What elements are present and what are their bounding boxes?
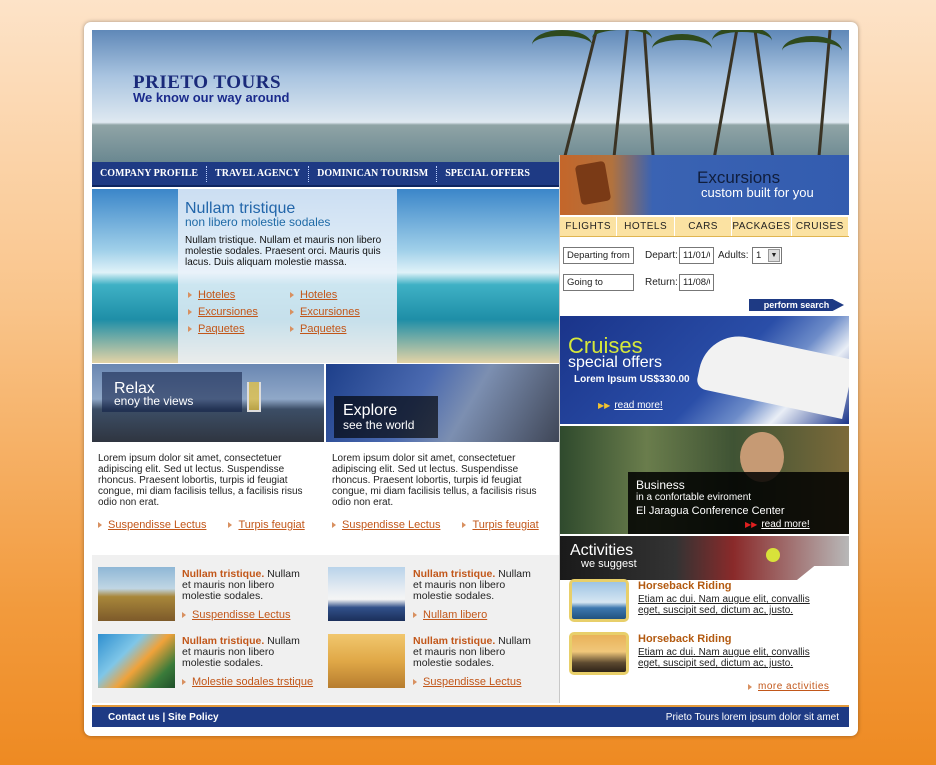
hero-link-excursiones[interactable]: Excursiones	[188, 306, 258, 318]
hero-link-hoteles[interactable]: Hoteles	[290, 289, 360, 301]
relax-subtitle: enoy the views	[114, 394, 194, 408]
hero-link-paquetes[interactable]: Paquetes	[188, 323, 258, 335]
brand-tagline: We know our way around	[133, 90, 290, 105]
link-suspendisse-lectus[interactable]: Suspendisse Lectus	[332, 519, 440, 531]
footer: Contact us | Site Policy Prieto Tours lo…	[92, 705, 849, 727]
ship-icon	[695, 329, 849, 419]
hero-link-excursiones[interactable]: Excursiones	[290, 306, 360, 318]
business-read-more-label: read more!	[761, 519, 810, 530]
link-turpis-feugiat[interactable]: Turpis feugiat	[228, 519, 304, 531]
cruises-read-more[interactable]: ▶▶ read more!	[598, 400, 663, 411]
hero-text: Nullam tristique. Nullam et mauris non l…	[185, 235, 382, 268]
tab-packages[interactable]: PACKAGES	[732, 217, 792, 236]
adults-label: Adults:	[718, 250, 749, 261]
activity-title[interactable]: Horseback Riding	[638, 633, 732, 645]
tab-cars[interactable]: CARS	[675, 217, 733, 236]
excursions-banner[interactable]: Excursions custom built for you	[560, 155, 849, 215]
business-line2: El Jaragua Conference Center	[636, 505, 785, 517]
arrow-icon: ▶▶	[745, 520, 758, 529]
business-read-more[interactable]: ▶▶ read more!	[745, 519, 810, 530]
feature-link[interactable]: Nullam libero	[413, 609, 487, 621]
activity-thumbnail[interactable]	[569, 579, 629, 622]
hero-links-left: Hoteles Excursiones Paquetes	[188, 289, 258, 335]
explore-subtitle: see the world	[343, 418, 415, 432]
perform-search-button[interactable]: perform search	[749, 299, 844, 311]
going-to-input[interactable]	[563, 274, 634, 291]
hero-subtitle: non libero molestie sodales	[185, 215, 331, 229]
link-suspendisse-lectus[interactable]: Suspendisse Lectus	[98, 519, 206, 531]
nav-dominican-tourism[interactable]: DOMINICAN TOURISM	[309, 166, 436, 182]
feature-text: Nullam tristique. Nullam et mauris non l…	[182, 636, 310, 669]
arrow-icon: ▶▶	[598, 401, 611, 410]
ball-icon	[766, 548, 780, 562]
feature-link[interactable]: Suspendisse Lectus	[182, 609, 290, 621]
hero-section: Nullam tristique non libero molestie sod…	[92, 189, 559, 363]
climber-icon	[574, 160, 612, 206]
hero-links-right: Hoteles Excursiones Paquetes	[290, 289, 360, 335]
page-frame: PRIETO TOURS We know our way around COMP…	[84, 22, 858, 736]
adults-select[interactable]: 1 ▼	[752, 247, 782, 264]
business-line1: in a confortable eviroment	[636, 492, 752, 503]
glass-icon	[247, 382, 261, 412]
excursions-subtitle: custom built for you	[701, 185, 814, 200]
search-tabs: FLIGHTS HOTELS CARS PACKAGES CRUISES	[560, 217, 850, 237]
feature-text: Nullam tristique. Nullam et mauris non l…	[413, 636, 541, 669]
activities-subtitle: we suggest	[581, 558, 637, 570]
feature-thumbnail[interactable]	[328, 634, 405, 688]
activity-thumbnail[interactable]	[569, 632, 629, 675]
depart-date-input[interactable]	[679, 247, 714, 264]
departing-from-input[interactable]	[563, 247, 634, 264]
explore-promo[interactable]: Explore see the world	[326, 364, 559, 442]
nav-travel-agency[interactable]: TRAVEL AGENCY	[207, 166, 308, 182]
feature-thumbnail[interactable]	[98, 634, 175, 688]
cruises-promo[interactable]: Cruises special offers Lorem Ipsum US$33…	[560, 316, 849, 424]
main-nav: COMPANY PROFILE TRAVEL AGENCY DOMINICAN …	[92, 162, 559, 187]
adults-value: 1	[756, 250, 762, 261]
column-links: Suspendisse Lectus Turpis feugiat	[98, 519, 305, 531]
feature-text: Nullam tristique. Nullam et mauris non l…	[182, 569, 310, 602]
feature-link[interactable]: Molestie sodales trstique	[182, 676, 313, 688]
depart-label: Depart:	[645, 250, 678, 261]
footer-links[interactable]: Contact us | Site Policy	[108, 712, 219, 723]
link-turpis-feugiat[interactable]: Turpis feugiat	[462, 519, 538, 531]
activity-title[interactable]: Horseback Riding	[638, 580, 732, 592]
business-title: Business	[636, 478, 685, 492]
cruises-price: Lorem Ipsum US$330.00	[574, 374, 690, 385]
nav-special-offers[interactable]: SPECIAL OFFERS	[437, 166, 538, 182]
chevron-down-icon: ▼	[768, 249, 780, 262]
column-text: Lorem ipsum dolor sit amet, consectetuer…	[332, 453, 537, 508]
column-text: Lorem ipsum dolor sit amet, consectetuer…	[98, 453, 303, 508]
tab-flights[interactable]: FLIGHTS	[560, 217, 618, 236]
footer-copyright: Prieto Tours lorem ipsum dolor sit amet	[665, 712, 839, 723]
return-label: Return:	[645, 277, 678, 288]
activity-text: Etiam ac dui. Nam augue elit, convallis …	[638, 594, 810, 616]
feature-thumbnail[interactable]	[98, 567, 175, 621]
feature-thumbnail[interactable]	[328, 567, 405, 621]
tab-hotels[interactable]: HOTELS	[617, 217, 675, 236]
return-date-input[interactable]	[679, 274, 714, 291]
feature-text: Nullam tristique. Nullam et mauris non l…	[413, 569, 541, 602]
header-banner: PRIETO TOURS We know our way around	[92, 30, 849, 162]
column-links: Suspendisse Lectus Turpis feugiat	[332, 519, 539, 531]
more-activities-link[interactable]: more activities	[748, 681, 829, 692]
hero-link-hoteles[interactable]: Hoteles	[188, 289, 258, 301]
relax-promo[interactable]: Relax enoy the views	[92, 364, 324, 442]
cruises-read-more-label: read more!	[614, 400, 663, 411]
business-promo[interactable]: Business in a confortable eviroment El J…	[560, 426, 849, 534]
hero-link-paquetes[interactable]: Paquetes	[290, 323, 360, 335]
cruises-subtitle: special offers	[568, 354, 662, 371]
nav-company-profile[interactable]: COMPANY PROFILE	[92, 166, 206, 182]
feature-link[interactable]: Suspendisse Lectus	[413, 676, 521, 688]
tab-cruises[interactable]: CRUISES	[792, 217, 850, 236]
activity-text: Etiam ac dui. Nam augue elit, convallis …	[638, 647, 810, 669]
